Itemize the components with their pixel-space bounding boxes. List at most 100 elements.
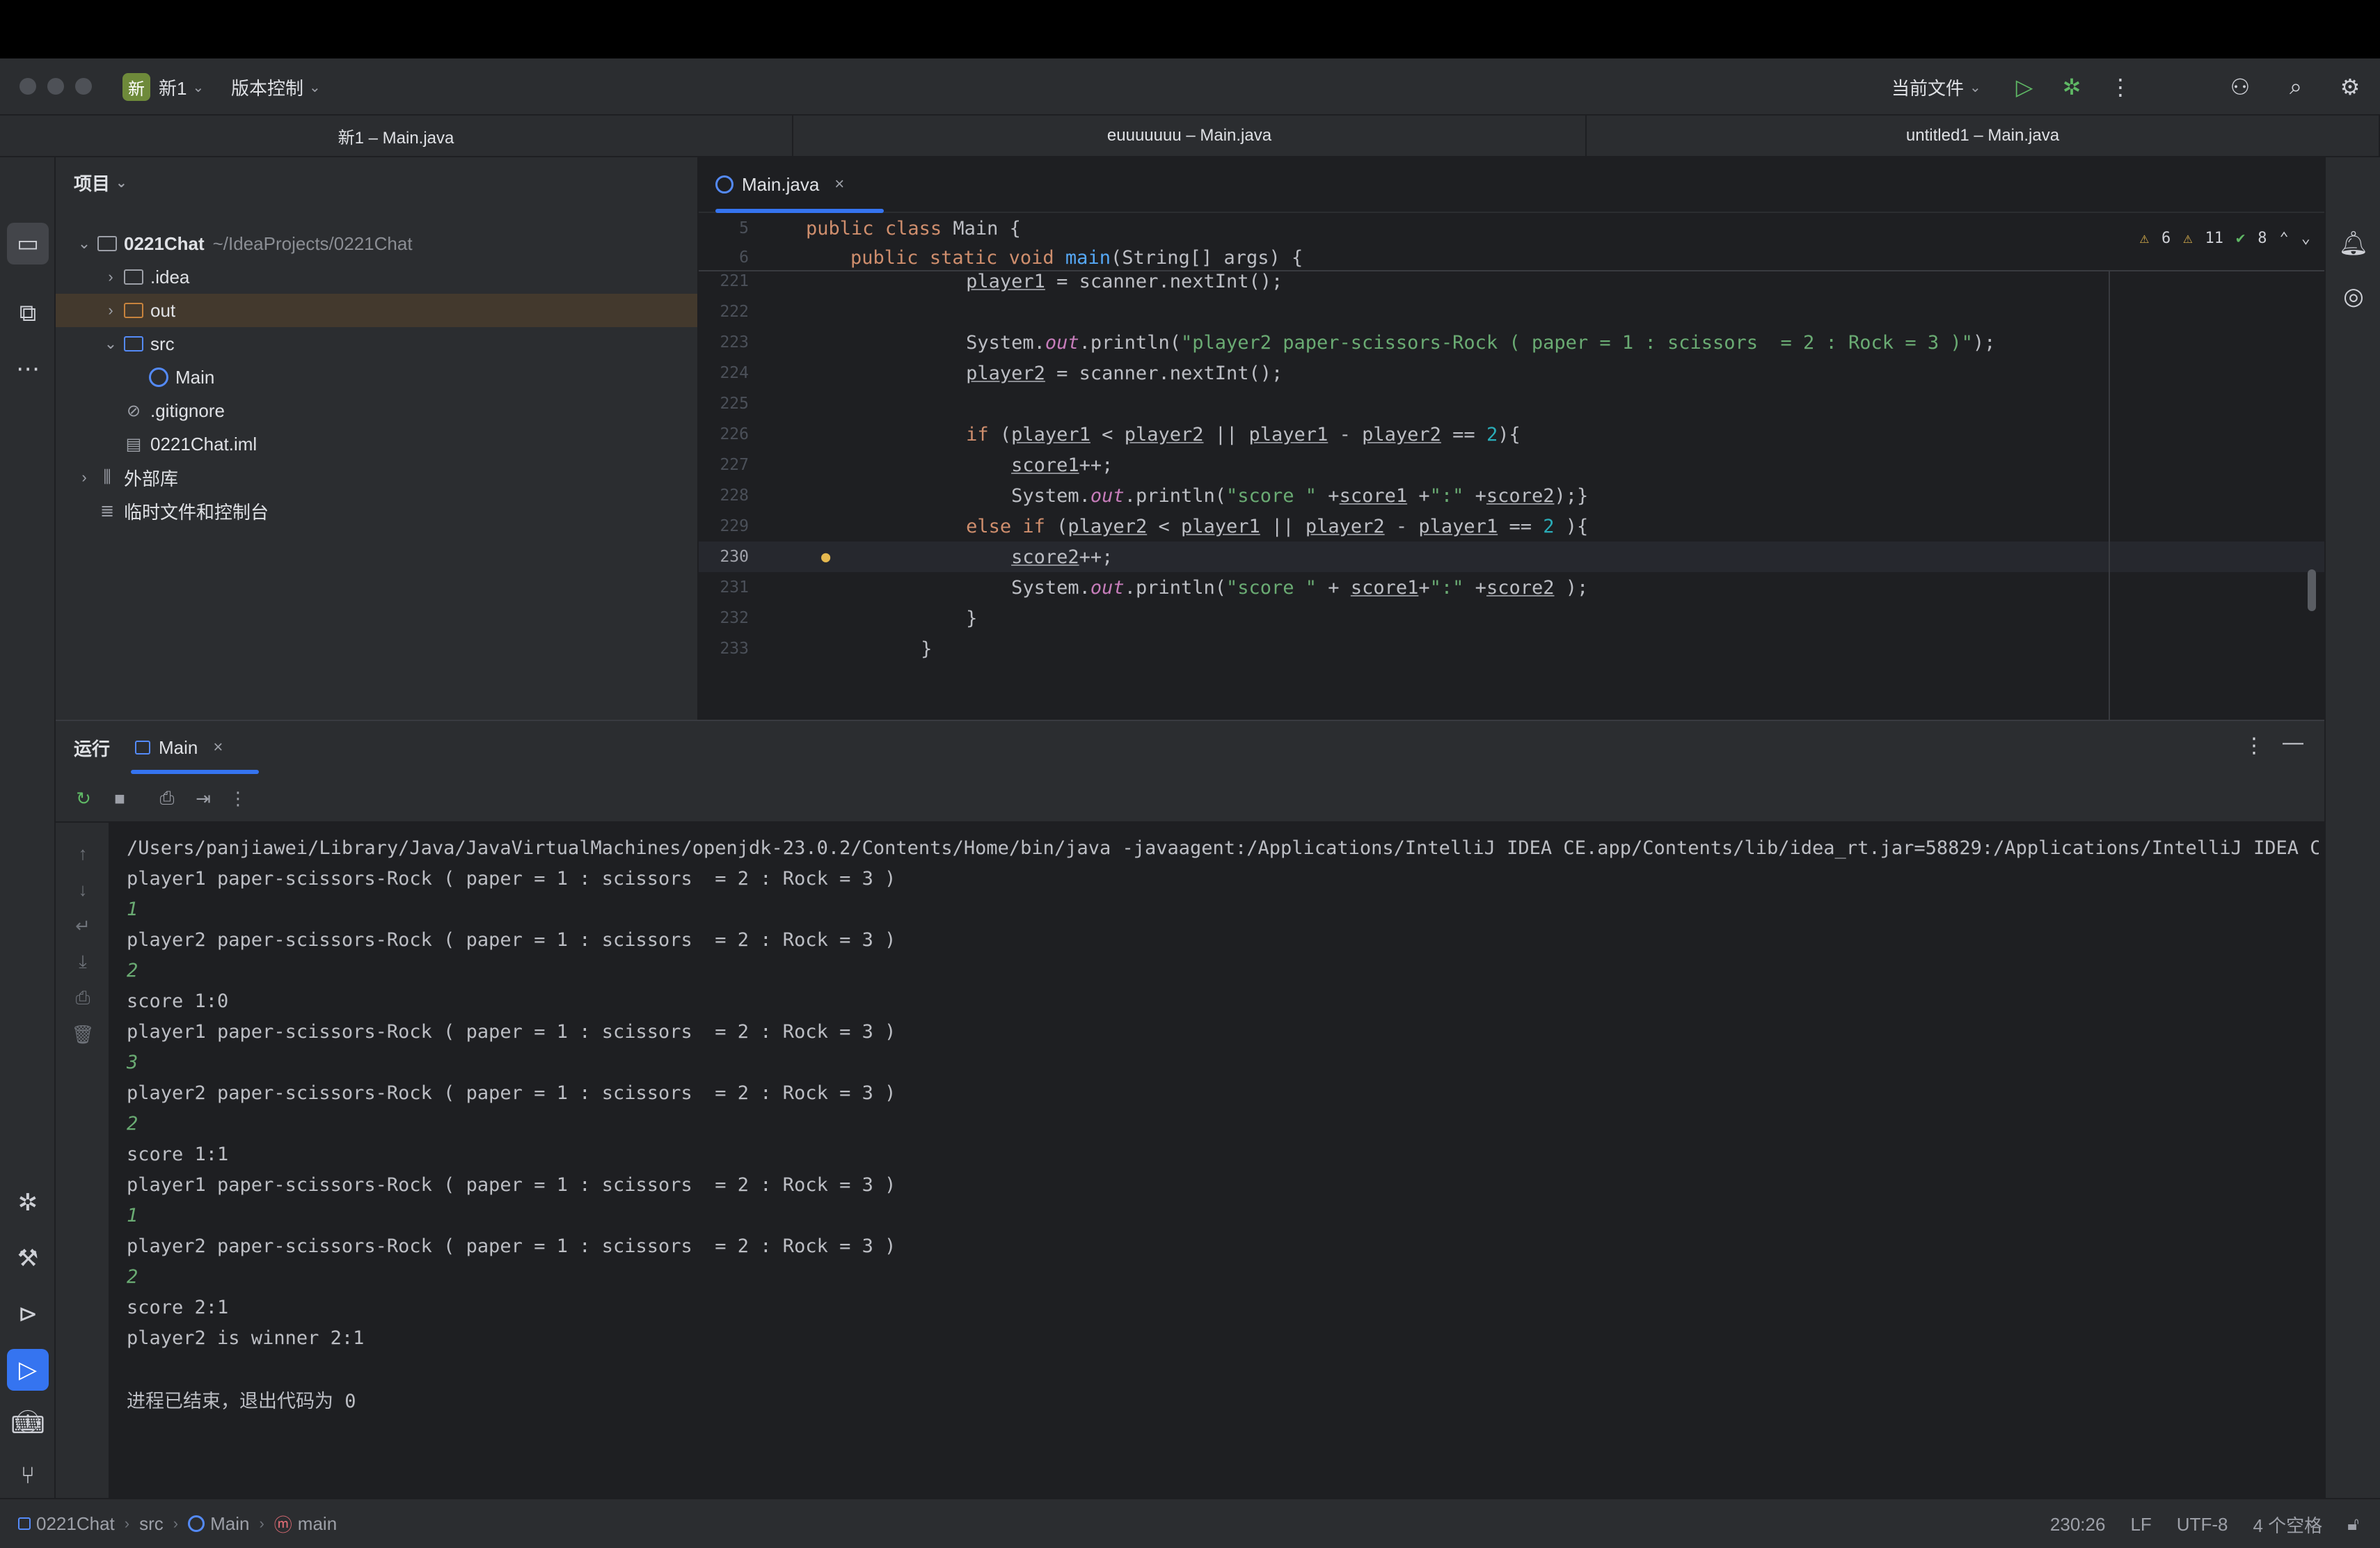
- run-tool-icon[interactable]: ▷: [7, 1349, 49, 1391]
- tree-item-external-libraries[interactable]: › ⫼ 外部库: [56, 461, 697, 494]
- chevron-down-icon: ⌄: [116, 175, 127, 191]
- code-line[interactable]: 224 player2 = scanner.nextInt();: [699, 358, 2324, 388]
- debug-icon[interactable]: ✲: [2057, 72, 2086, 102]
- scroll-to-end-icon[interactable]: ⤓: [69, 948, 97, 976]
- minimize-icon[interactable]: —: [2283, 731, 2303, 755]
- more-actions-icon[interactable]: ⋮: [2106, 72, 2135, 102]
- search-icon[interactable]: ⌕: [2281, 72, 2310, 102]
- tree-item-root[interactable]: ⌄ 0221Chat ~/IdeaProjects/0221Chat: [56, 227, 697, 260]
- editor-scrollbar[interactable]: [2308, 569, 2316, 611]
- tree-item-out[interactable]: › out: [56, 294, 697, 327]
- code-line[interactable]: 231 System.out.println("score " + score1…: [699, 572, 2324, 603]
- ai-assistant-icon[interactable]: ◎: [2333, 276, 2374, 317]
- window-tab-1[interactable]: euuuuuuu – Main.java: [793, 116, 1587, 156]
- project-switcher[interactable]: 新 新1 ⌄: [122, 58, 204, 116]
- print-icon[interactable]: ⎙: [69, 984, 97, 1012]
- tree-item-src[interactable]: ⌄ src: [56, 327, 697, 361]
- inspection-indicators[interactable]: ⚠ 6 ⚠ 11 ✔ 8 ⌃ ⌄: [2140, 230, 2310, 247]
- scroll-down-icon[interactable]: ↓: [69, 876, 97, 903]
- code-line[interactable]: 227 score1++;: [699, 450, 2324, 480]
- file-encoding[interactable]: UTF-8: [2177, 1514, 2228, 1535]
- code-text: player2 = scanner.nextInt();: [966, 362, 1283, 384]
- scratches-icon: ≣: [100, 501, 115, 521]
- lock-icon[interactable]: 🔓︎: [2347, 1513, 2359, 1535]
- console-output-line: player1 paper-scissors-Rock ( paper = 1 …: [127, 1174, 896, 1196]
- chevron-down-icon: ⌄: [77, 235, 91, 252]
- line-number: 222: [720, 303, 749, 321]
- window-tab-2[interactable]: untitled1 – Main.java: [1587, 116, 2380, 156]
- code-line[interactable]: 229 else if (player2 < player1 || player…: [699, 511, 2324, 542]
- services-tool-icon[interactable]: ⊳: [7, 1293, 49, 1335]
- zoom-window-button[interactable]: [75, 78, 92, 95]
- close-window-button[interactable]: [19, 78, 36, 95]
- sticky-line[interactable]: 5 public class Main {: [699, 213, 2324, 244]
- line-ending[interactable]: LF: [2130, 1514, 2151, 1535]
- file-icon: ▤: [125, 434, 142, 454]
- editor-tab-main[interactable]: Main.java ×: [715, 157, 884, 213]
- snapshot-icon[interactable]: ⎙: [153, 784, 181, 812]
- code-line[interactable]: 228 System.out.println("score " +score1 …: [699, 480, 2324, 511]
- caret-position[interactable]: 230:26: [2050, 1514, 2106, 1535]
- code-text: System.out.println("score " + score1+":"…: [785, 576, 1589, 599]
- debug-tool-icon[interactable]: ✲: [7, 1182, 49, 1224]
- breadcrumb-item[interactable]: main: [298, 1513, 337, 1535]
- build-tool-icon[interactable]: ⚒: [7, 1238, 49, 1279]
- code-text: score2++;: [1011, 546, 1113, 568]
- breadcrumb-item[interactable]: Main: [210, 1513, 249, 1535]
- code-line[interactable]: 232 }: [699, 603, 2324, 633]
- code-line[interactable]: 230 ● score2++;: [699, 542, 2324, 572]
- line-number: 227: [720, 456, 749, 474]
- code-line[interactable]: 225: [699, 388, 2324, 419]
- breadcrumb-item[interactable]: src: [139, 1513, 164, 1535]
- more-options-icon[interactable]: ⋮: [2244, 734, 2264, 758]
- soft-wrap-icon[interactable]: ↵: [69, 912, 97, 940]
- close-icon[interactable]: ×: [213, 738, 223, 757]
- project-panel: 项目 ⌄ ⌄ 0221Chat ~/IdeaProjects/0221Chat …: [56, 157, 699, 720]
- trash-icon[interactable]: 🗑︎: [69, 1020, 97, 1048]
- right-margin-guide: [2109, 271, 2110, 720]
- chevron-down-icon[interactable]: ⌄: [2301, 230, 2310, 247]
- chevron-up-icon[interactable]: ⌃: [2280, 230, 2289, 247]
- exit-icon[interactable]: ⇥: [189, 784, 217, 812]
- stop-icon[interactable]: ■: [106, 784, 134, 812]
- ok-count: 8: [2258, 230, 2267, 247]
- minimize-window-button[interactable]: [47, 78, 64, 95]
- tree-item-main[interactable]: Main: [56, 361, 697, 394]
- tree-item-scratches[interactable]: ≣ 临时文件和控制台: [56, 494, 697, 528]
- more-tools-icon[interactable]: ⋯: [7, 348, 49, 390]
- code-line[interactable]: 233 }: [699, 633, 2324, 664]
- close-icon[interactable]: ×: [834, 175, 844, 194]
- project-panel-header[interactable]: 项目 ⌄: [56, 157, 697, 207]
- vcs-menu[interactable]: 版本控制 ⌄: [231, 58, 321, 116]
- scroll-up-icon[interactable]: ↑: [69, 839, 97, 867]
- git-tool-icon[interactable]: ⑂: [7, 1455, 49, 1496]
- project-tool-icon[interactable]: ▭: [7, 223, 49, 264]
- settings-icon[interactable]: ⚙: [2335, 72, 2365, 102]
- indent-setting[interactable]: 4 个空格: [2253, 1512, 2322, 1538]
- tree-item-label: Main: [175, 366, 215, 388]
- problems-tool-icon[interactable]: ⓘ: [7, 1399, 49, 1441]
- chevron-right-icon: ›: [124, 1515, 130, 1532]
- breadcrumb-item[interactable]: 0221Chat: [36, 1513, 115, 1535]
- tree-item-label: 0221Chat.iml: [150, 433, 257, 455]
- run-tab-main[interactable]: Main ×: [135, 721, 223, 774]
- add-user-icon[interactable]: ⚇: [2226, 72, 2255, 102]
- window-tab-0[interactable]: 新1 – Main.java: [0, 116, 793, 156]
- rerun-icon[interactable]: ↻: [70, 784, 97, 812]
- vcs-label: 版本控制: [231, 77, 304, 99]
- run-panel-title: 运行: [74, 738, 111, 759]
- tree-item-gitignore[interactable]: ⊘ .gitignore: [56, 394, 697, 427]
- code-line[interactable]: 222: [699, 297, 2324, 327]
- tree-item-iml[interactable]: ▤ 0221Chat.iml: [56, 427, 697, 461]
- run-config-selector[interactable]: 当前文件 ⌄: [1891, 58, 1981, 116]
- structure-tool-icon[interactable]: ⧉: [7, 292, 49, 334]
- code-line[interactable]: 226 if (player1 < player2 || player1 - p…: [699, 419, 2324, 450]
- chevron-down-icon: ⌄: [309, 79, 321, 95]
- console-output[interactable]: /Users/panjiawei/Library/Java/JavaVirtua…: [127, 832, 2319, 1487]
- notifications-icon[interactable]: 🔔︎: [2333, 223, 2374, 264]
- tree-item-idea[interactable]: › .idea: [56, 260, 697, 294]
- more-icon[interactable]: ⋮: [224, 784, 252, 812]
- code-line[interactable]: 223 System.out.println("player2 paper-sc…: [699, 327, 2324, 358]
- sticky-line[interactable]: 6 public static void main(String[] args)…: [699, 242, 2324, 273]
- run-icon[interactable]: ▷: [2010, 72, 2039, 102]
